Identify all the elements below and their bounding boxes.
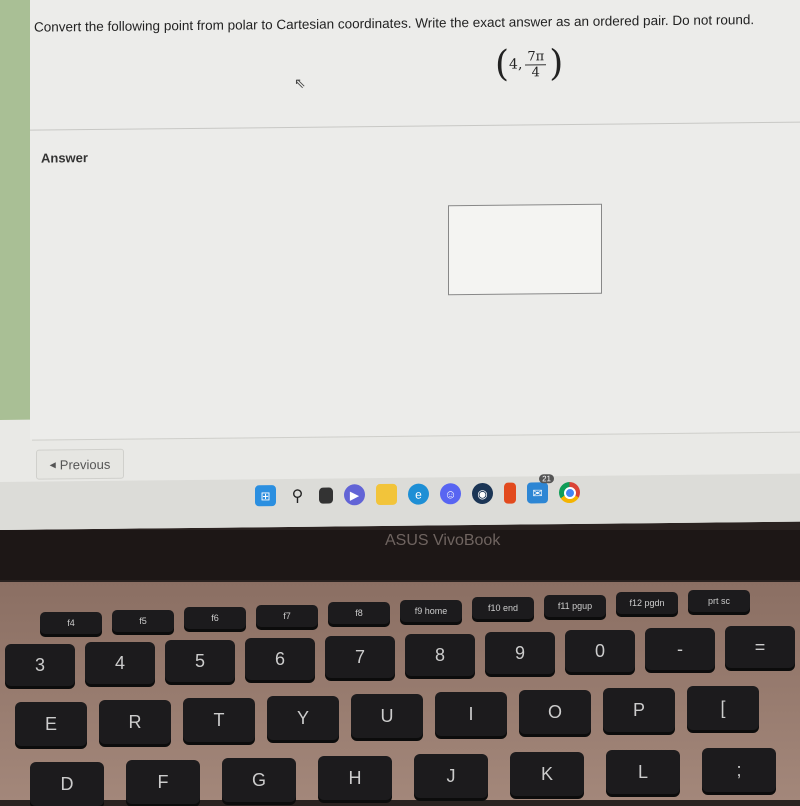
mail-badge: 21: [539, 474, 554, 484]
key-H[interactable]: H: [318, 756, 392, 800]
key-f9-home[interactable]: f9 home: [400, 599, 462, 622]
right-paren: ): [549, 43, 564, 85]
key-O[interactable]: O: [519, 690, 591, 734]
key-T[interactable]: T: [183, 698, 255, 742]
key-E[interactable]: E: [15, 702, 87, 746]
laptop-brand-logo: ASUS VivoBook: [385, 532, 501, 549]
taskbar: ⊞ ⚲ ▶ e ☺ ◉ ✉ 21: [0, 473, 800, 530]
key-f11-pgup[interactable]: f11 pgup: [544, 594, 606, 617]
key-=[interactable]: =: [725, 626, 795, 668]
key-P[interactable]: P: [603, 688, 675, 732]
side-accent-bar: [0, 0, 30, 421]
mail-icon[interactable]: ✉ 21: [527, 474, 554, 504]
key-7[interactable]: 7: [325, 636, 395, 678]
file-explorer-icon[interactable]: [376, 483, 397, 506]
theta-denominator: 4: [531, 64, 540, 80]
left-paren: (: [495, 43, 510, 85]
previous-button[interactable]: ◀ Previous: [36, 448, 124, 480]
screen: Convert the following point from polar t…: [0, 0, 800, 530]
key-4[interactable]: 4: [85, 642, 155, 684]
key-U[interactable]: U: [351, 694, 423, 738]
key-[[interactable]: [: [687, 686, 759, 730]
discord-icon[interactable]: ☺: [440, 483, 461, 505]
key-D[interactable]: D: [30, 762, 104, 806]
key-9[interactable]: 9: [485, 632, 555, 674]
question-panel: Convert the following point from polar t…: [30, 0, 800, 440]
keyboard: f4 f5 f6 f7 f8 f9 home f10 end f11 pgup f12 pgdn…: [0, 582, 800, 806]
divider: [30, 121, 800, 131]
edge-icon[interactable]: e: [408, 483, 429, 505]
key-f7[interactable]: f7: [256, 604, 318, 627]
key-I[interactable]: I: [435, 692, 507, 736]
key-;[interactable]: ;: [702, 748, 776, 792]
key-3[interactable]: 3: [5, 644, 75, 686]
search-icon[interactable]: ⚲: [287, 485, 308, 506]
key-L[interactable]: L: [606, 750, 680, 794]
key-G[interactable]: G: [222, 758, 296, 802]
point-theta: 7π 4: [525, 48, 547, 80]
point-r: 4,: [509, 56, 523, 73]
previous-label: Previous: [59, 456, 111, 472]
office-icon[interactable]: [504, 482, 516, 504]
key-f5[interactable]: f5: [112, 609, 174, 632]
key-Y[interactable]: Y: [267, 696, 339, 740]
key-f4[interactable]: f4: [40, 612, 102, 634]
question-text: Convert the following point from polar t…: [34, 12, 755, 35]
chevron-left-icon: ◀: [49, 459, 56, 469]
polar-point: ( 4, 7π 4 ): [495, 43, 564, 85]
teams-chat-icon[interactable]: ▶: [344, 484, 365, 506]
steam-icon[interactable]: ◉: [472, 482, 493, 505]
task-view-icon[interactable]: [319, 487, 333, 504]
key-f12-pgdn[interactable]: f12 pgdn: [616, 592, 678, 614]
key--[interactable]: -: [645, 628, 715, 670]
key-J[interactable]: J: [414, 754, 488, 798]
key-R[interactable]: R: [99, 700, 171, 744]
key-8[interactable]: 8: [405, 634, 475, 676]
mouse-cursor-icon: ⇖: [294, 74, 306, 91]
answer-input[interactable]: [448, 203, 602, 296]
key-5[interactable]: 5: [165, 640, 235, 682]
key-prt-sc[interactable]: prt sc: [688, 589, 750, 612]
windows-start-icon[interactable]: ⊞: [255, 485, 276, 507]
key-0[interactable]: 0: [565, 630, 635, 672]
answer-label: Answer: [41, 150, 88, 166]
key-f6[interactable]: f6: [184, 607, 246, 629]
key-6[interactable]: 6: [245, 638, 315, 680]
key-K[interactable]: K: [510, 752, 584, 796]
key-F[interactable]: F: [126, 760, 200, 804]
key-f8[interactable]: f8: [328, 602, 390, 624]
key-f10-end[interactable]: f10 end: [472, 597, 534, 619]
chrome-icon[interactable]: [559, 481, 580, 504]
theta-numerator: 7π: [525, 48, 547, 65]
